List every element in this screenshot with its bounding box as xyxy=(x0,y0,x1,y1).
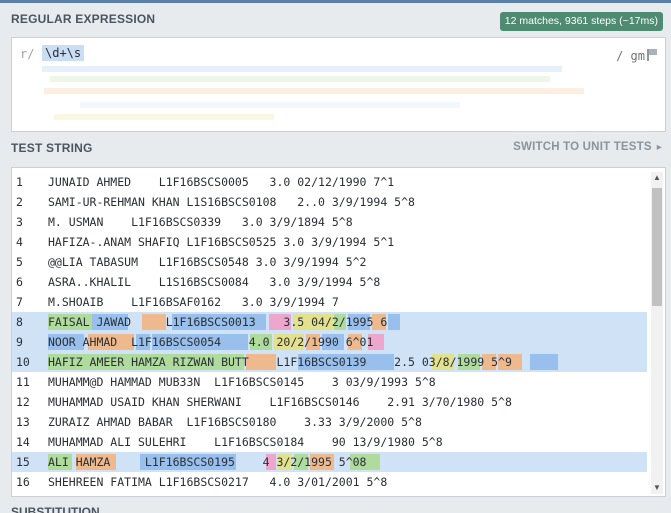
line-number: 2 xyxy=(16,195,23,209)
line-text: JUNAID AHMED L1F16BSCS0005 3.0 02/12/199… xyxy=(48,175,395,189)
chevron-right-icon: ▸ xyxy=(656,142,662,153)
line-number: 4 xyxy=(16,235,23,249)
test-line: 6 ASRA..KHALIL L1S16BSCS0084 3.0 3/9/1994… xyxy=(12,272,647,292)
substitution-section-title: SUBSTITUTION xyxy=(11,505,100,513)
line-number: 5 xyxy=(16,255,23,269)
match-highlight xyxy=(530,354,558,370)
scroll-thumb[interactable] xyxy=(652,188,662,306)
line-number: 9 xyxy=(16,335,23,349)
test-line: 13 ZURAIZ AHMAD BABAR L1F16BSCS0180 3.33 … xyxy=(12,412,647,432)
line-text: HAFIZ AMEER HAMZA RIZWAN BUTT L1F16BSCS0… xyxy=(48,355,512,369)
line-text: SAMI-UR-REHMAN KHAN L1S16BSCS0108 2..0 3… xyxy=(48,195,415,209)
test-line: 10 HAFIZ AMEER HAMZA RIZWAN BUTT L1F16BSC… xyxy=(12,352,647,372)
scrollbar[interactable]: ▲ ▼ xyxy=(651,172,663,494)
regex-input-box[interactable]: r/ \d+\s / gm xyxy=(11,37,666,132)
test-line: 11 MUHAMM@D HAMMAD MUB33N L1F16BSCS0145 3… xyxy=(12,372,647,392)
top-accent-bar xyxy=(0,0,671,3)
regex-section-title: REGULAR EXPRESSION xyxy=(11,12,156,26)
scroll-up-arrow-icon[interactable]: ▲ xyxy=(651,172,663,184)
line-number: 1 xyxy=(16,175,23,189)
line-text: ASRA..KHALIL L1S16BSCS0084 3.0 3/9/1994 … xyxy=(48,275,381,289)
line-text: NOOR AHMAD L1F16BSCS0054 4.0 20/2/1990 6… xyxy=(48,335,374,349)
line-number: 16 xyxy=(16,475,30,489)
test-line: 16 SHEHREEN FATIMA L1F16BSCS0217 4.0 3/01… xyxy=(12,472,647,492)
switch-to-unit-tests-link[interactable]: SWITCH TO UNIT TESTS ▸ xyxy=(513,141,662,153)
line-text: ALI HAMZA L1F16BSCS0195 4 3/2/1995 5^08 xyxy=(48,455,367,469)
line-number: 14 xyxy=(16,435,30,449)
line-number: 3 xyxy=(16,215,23,229)
line-text: MUHAMMAD ALI SULEHRI L1F16BSCS0184 90 13… xyxy=(48,435,443,449)
line-text: @@LIA TABASUM L1F16BSCS0548 3.0 3/9/1994… xyxy=(48,255,367,269)
test-line: 4 HAFIZA-.ANAM SHAFIQ L1F16BSCS0525 3.0 3… xyxy=(12,232,647,252)
line-text: M.SHOAIB L1F16BSAF0162 3.0 3/9/1994 7 xyxy=(48,295,339,309)
line-text: SHEHREEN FATIMA L1F16BSCS0217 4.0 3/01/2… xyxy=(48,475,388,489)
test-line: 3 M. USMAN L1F16BSCS0339 3.0 3/9/1894 5^8 xyxy=(12,212,647,232)
test-line: 2 SAMI-UR-REHMAN KHAN L1S16BSCS0108 2..0 … xyxy=(12,192,647,212)
line-number: 12 xyxy=(16,395,30,409)
test-lines: 1 JUNAID AHMED L1F16BSCS0005 3.0 02/12/19… xyxy=(12,172,647,492)
line-number: 6 xyxy=(16,275,23,289)
test-string-editor[interactable]: 1 JUNAID AHMED L1F16BSCS0005 3.0 02/12/19… xyxy=(11,167,666,497)
regex-flags[interactable]: / gm xyxy=(616,49,645,63)
line-number: 7 xyxy=(16,295,23,309)
line-number: 10 xyxy=(16,355,30,369)
test-line: 9 NOOR AHMAD L1F16BSCS0054 4.0 20/2/1990 … xyxy=(12,332,647,352)
test-line: 15 ALI HAMZA L1F16BSCS0195 4 3/2/1995 5^0… xyxy=(12,452,647,472)
line-number: 15 xyxy=(16,455,30,469)
regex-pattern[interactable]: \d+\s xyxy=(42,45,85,61)
line-text: M. USMAN L1F16BSCS0339 3.0 3/9/1894 5^8 xyxy=(48,215,353,229)
match-info-badge: 12 matches, 9361 steps (~17ms) xyxy=(499,12,663,31)
line-number: 8 xyxy=(16,315,23,329)
test-line: 5 @@LIA TABASUM L1F16BSCS0548 3.0 3/9/199… xyxy=(12,252,647,272)
line-text: FAISAL JAWAD L1F16BSCS0013 3.5 04/2/1995… xyxy=(48,315,388,329)
line-text: HAFIZA-.ANAM SHAFIQ L1F16BSCS0525 3.0 3/… xyxy=(48,235,395,249)
line-number: 11 xyxy=(16,375,30,389)
line-text: MUHAMM@D HAMMAD MUB33N L1F16BSCS0145 3 0… xyxy=(48,375,436,389)
flag-icon[interactable] xyxy=(647,49,657,61)
line-text: MUHAMMAD USAID KHAN SHERWANI L1F16BSCS01… xyxy=(48,395,512,409)
test-line: 14 MUHAMMAD ALI SULEHRI L1F16BSCS0184 90 … xyxy=(12,432,647,452)
test-line: 7 M.SHOAIB L1F16BSAF0162 3.0 3/9/1994 7 xyxy=(12,292,647,312)
regex-delimiter: r/ xyxy=(20,47,35,61)
switch-label: SWITCH TO UNIT TESTS xyxy=(513,141,652,153)
line-text: ZURAIZ AHMAD BABAR L1F16BSCS0180 3.33 3/… xyxy=(48,415,422,429)
test-line: 8 FAISAL JAWAD L1F16BSCS0013 3.5 04/2/199… xyxy=(12,312,647,332)
test-line: 1 JUNAID AHMED L1F16BSCS0005 3.0 02/12/19… xyxy=(12,172,647,192)
line-number: 13 xyxy=(16,415,30,429)
redacted-region xyxy=(40,62,600,126)
test-string-title: TEST STRING xyxy=(11,141,93,155)
test-line: 12 MUHAMMAD USAID KHAN SHERWANI L1F16BSCS… xyxy=(12,392,647,412)
match-highlight xyxy=(388,314,400,330)
scroll-down-arrow-icon[interactable]: ▼ xyxy=(651,482,663,494)
